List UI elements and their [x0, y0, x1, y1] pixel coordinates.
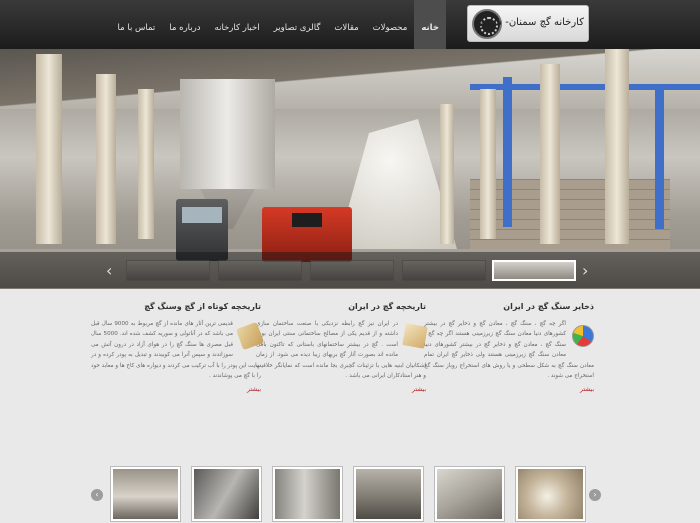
slide-column	[440, 104, 454, 244]
slide-column	[480, 89, 496, 239]
slide-blue-beam	[470, 84, 700, 90]
slide-blue-column	[655, 89, 664, 229]
article-body: قدیمی ترین آثار های مانده از گچ مربوط به…	[91, 319, 265, 396]
site-header: کارخانه گچ سمنان- ساری خانه محصولات مقال…	[0, 0, 700, 49]
slide-brick-wall	[470, 179, 670, 259]
read-more-link[interactable]: بیشتر	[91, 385, 261, 395]
slide-column	[138, 89, 154, 239]
main-nav: خانه محصولات مقالات گالری تصاویر اخبار ک…	[111, 0, 446, 49]
article-gypsum-reserves: ذخایر سنگ گچ در ایران اگر چه گچ ، سنگ گچ…	[424, 302, 594, 396]
site-logo[interactable]: کارخانه گچ سمنان- ساری	[467, 5, 589, 42]
article-text: اگر چه گچ ، سنگ گچ ، معادن گچ و ذخایر گچ…	[424, 321, 594, 380]
nav-item-about[interactable]: درباره ما	[162, 0, 207, 49]
slide-blue-column	[503, 77, 512, 227]
nav-item-home[interactable]: خانه	[414, 0, 446, 49]
nav-item-gallery[interactable]: گالری تصاویر	[267, 0, 328, 49]
slide-silo	[180, 79, 275, 189]
slide-column	[605, 49, 629, 244]
slider-next-arrow-icon[interactable]: ›	[582, 261, 588, 280]
hero-slider: ‹ ›	[0, 49, 700, 289]
article-gypsum-history-iran: تاریخچه گچ در ایران در ایران نیز گچ رابط…	[256, 302, 428, 396]
article-body: در ایران نیز گچ رابطه نزدیکی با صنعت ساخ…	[256, 319, 428, 396]
nav-item-articles[interactable]: مقالات	[327, 0, 365, 49]
gallery-thumb[interactable]	[110, 466, 181, 522]
slider-thumb[interactable]	[126, 260, 210, 281]
gallery-thumb[interactable]	[272, 466, 343, 522]
gallery-thumb[interactable]	[434, 466, 505, 522]
slider-thumb[interactable]	[402, 260, 486, 281]
article-title[interactable]: ذخایر سنگ گچ در ایران	[424, 302, 594, 311]
slider-thumbnail-strip	[0, 252, 700, 288]
gallery-prev-arrow-icon[interactable]: ‹	[91, 489, 103, 501]
article-text: در ایران نیز گچ رابطه نزدیکی با صنعت ساخ…	[256, 321, 426, 380]
feather-icon	[402, 323, 428, 349]
nav-item-products[interactable]: محصولات	[366, 0, 415, 49]
pie-chart-icon	[572, 325, 594, 347]
slider-prev-arrow-icon[interactable]: ‹	[106, 261, 112, 280]
scroll-icon	[235, 321, 265, 351]
logo-text: کارخانه گچ سمنان- ساری	[477, 17, 584, 28]
nav-item-news[interactable]: اخبار کارخانه	[208, 0, 267, 49]
slide-column	[540, 64, 560, 244]
slider-thumb[interactable]	[310, 260, 394, 281]
slide-column	[96, 74, 116, 244]
gallery-next-arrow-icon[interactable]: ›	[589, 489, 601, 501]
photo-gallery-carousel: ‹ ›	[0, 460, 700, 523]
slide-column	[36, 54, 62, 244]
article-title[interactable]: تاریخچه گچ در ایران	[256, 302, 426, 311]
read-more-link[interactable]: بیشتر	[256, 385, 426, 395]
article-title[interactable]: تاریخچه کوتاه از گچ وسنگ گچ	[91, 302, 261, 311]
gallery-thumb[interactable]	[191, 466, 262, 522]
slider-thumb[interactable]	[218, 260, 302, 281]
gallery-thumb[interactable]	[353, 466, 424, 522]
gallery-thumb[interactable]	[515, 466, 586, 522]
article-body: اگر چه گچ ، سنگ گچ ، معادن گچ و ذخایر گچ…	[424, 319, 594, 396]
nav-item-contact[interactable]: تماس با ما	[111, 0, 163, 49]
article-gypsum-short-history: تاریخچه کوتاه از گچ وسنگ گچ قدیمی ترین آ…	[91, 302, 265, 396]
read-more-link[interactable]: بیشتر	[424, 385, 594, 395]
slider-thumb-active[interactable]	[492, 260, 576, 281]
